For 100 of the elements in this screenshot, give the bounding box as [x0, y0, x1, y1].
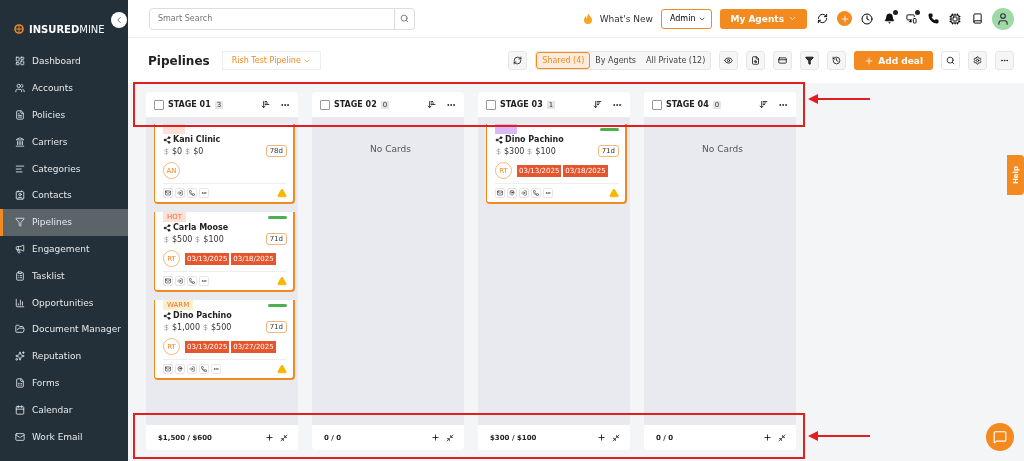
- collapse-icon[interactable]: [280, 433, 288, 442]
- amount: $500: [172, 234, 193, 244]
- login-button[interactable]: [187, 364, 197, 374]
- dollar-icon: [163, 323, 170, 331]
- login-button[interactable]: [175, 276, 185, 286]
- refresh-button[interactable]: [508, 51, 528, 70]
- amount: $300: [504, 146, 525, 156]
- sort-icon[interactable]: [759, 100, 768, 109]
- stage-name: STAGE 01: [168, 100, 211, 109]
- clock-icon[interactable]: [860, 11, 874, 26]
- pin-button[interactable]: [507, 188, 517, 198]
- collapse-icon[interactable]: [778, 433, 786, 442]
- share-icon: [495, 135, 503, 144]
- filter-button[interactable]: [800, 51, 820, 70]
- login-icon: [177, 278, 183, 284]
- sidebar-item[interactable]: Contacts: [0, 182, 128, 209]
- mail-button[interactable]: [163, 364, 173, 374]
- mail-button[interactable]: [163, 276, 173, 286]
- sort-icon[interactable]: [427, 100, 436, 109]
- clipboard-icon: [15, 270, 25, 281]
- pin-button[interactable]: [175, 364, 185, 374]
- document-search-button[interactable]: [746, 51, 766, 70]
- search-field[interactable]: Smart Search: [149, 7, 395, 30]
- role-select[interactable]: Admin: [660, 8, 713, 29]
- deal-name: Dino Pachino: [173, 311, 232, 320]
- mail-button[interactable]: [163, 188, 173, 198]
- whats-new-link[interactable]: What's New: [599, 13, 653, 24]
- card-button[interactable]: [773, 51, 793, 70]
- mail-button[interactable]: [495, 188, 505, 198]
- bell-icon[interactable]: [882, 11, 896, 26]
- users-icon: [15, 83, 25, 94]
- login-button[interactable]: [519, 188, 529, 198]
- checkbox[interactable]: [652, 99, 662, 110]
- settings-button[interactable]: [968, 51, 987, 70]
- sidebar-item[interactable]: Work Email: [0, 423, 128, 450]
- collapse-icon[interactable]: [612, 433, 620, 442]
- sidebar-item[interactable]: Calendar: [0, 396, 128, 424]
- checkbox[interactable]: [320, 99, 330, 110]
- phone-button[interactable]: [187, 276, 197, 286]
- add-icon[interactable]: [265, 433, 274, 442]
- phone-icon[interactable]: [926, 11, 940, 26]
- more-button[interactable]: [543, 188, 553, 198]
- add-icon[interactable]: [763, 433, 772, 442]
- history-icon: [832, 56, 842, 65]
- sidebar-item[interactable]: Engagement: [0, 235, 128, 263]
- sidebar-item[interactable]: Carriers: [0, 128, 128, 156]
- dollar-icon: [163, 235, 170, 243]
- phone-button[interactable]: [531, 188, 541, 198]
- login-icon: [189, 366, 195, 372]
- spreadsheet-icon: [15, 377, 25, 388]
- login-icon: [177, 190, 183, 196]
- checkbox[interactable]: [154, 99, 164, 110]
- login-button[interactable]: [175, 188, 185, 198]
- dollar-icon: [194, 235, 202, 243]
- sidebar-item[interactable]: Dashboard: [0, 48, 128, 75]
- sidebar-item[interactable]: Policies: [0, 101, 128, 129]
- search-icon: [400, 14, 409, 23]
- refresh-icon[interactable]: [815, 11, 829, 26]
- document-search-icon: [751, 56, 761, 65]
- more-button[interactable]: [199, 188, 209, 198]
- add-icon[interactable]: [431, 433, 440, 442]
- sidebar-item[interactable]: Forms: [0, 369, 128, 397]
- amount: $100: [203, 234, 224, 244]
- more-button[interactable]: [199, 276, 209, 286]
- checkbox[interactable]: [486, 99, 496, 110]
- sidebar-item[interactable]: Document Manager: [0, 315, 128, 343]
- devices-icon[interactable]: [904, 11, 918, 26]
- sidebar-item[interactable]: Reputation: [0, 342, 128, 370]
- filter-tab[interactable]: All Private (12): [640, 52, 711, 69]
- sidebar-item[interactable]: Categories: [0, 155, 128, 182]
- plus-icon: [864, 55, 875, 66]
- page-title: Pipelines: [148, 53, 210, 68]
- sort-icon[interactable]: [261, 100, 270, 109]
- settings-icon: [973, 56, 982, 65]
- add-icon[interactable]: [597, 433, 606, 442]
- phone-button[interactable]: [187, 188, 197, 198]
- search-button[interactable]: [395, 7, 415, 30]
- book-icon[interactable]: [970, 11, 984, 26]
- mail-icon: [497, 190, 503, 196]
- filter-tab[interactable]: By Agents: [590, 52, 641, 69]
- warning-icon: [609, 188, 619, 198]
- sidebar-item[interactable]: Opportunities: [0, 289, 128, 316]
- search-icon: [946, 56, 955, 65]
- collapse-icon[interactable]: [446, 433, 454, 442]
- chip-icon[interactable]: [948, 11, 962, 26]
- sidebar-item[interactable]: Pipelines: [0, 208, 128, 236]
- view-button[interactable]: [719, 51, 739, 70]
- search-button[interactable]: [941, 51, 960, 70]
- history-button[interactable]: [827, 51, 847, 70]
- more-button[interactable]: [211, 364, 221, 374]
- avatar[interactable]: [992, 7, 1014, 30]
- phone-button[interactable]: [199, 364, 209, 374]
- sidebar-item[interactable]: Accounts: [0, 74, 128, 102]
- collapse-button[interactable]: [111, 12, 127, 28]
- chat-icon: [993, 430, 1007, 444]
- amount: $1,000: [172, 322, 200, 332]
- sort-icon[interactable]: [593, 100, 602, 109]
- pin-icon: [509, 190, 515, 196]
- stage-name: STAGE 04: [666, 100, 709, 109]
- sidebar-item[interactable]: Tasklist: [0, 262, 128, 290]
